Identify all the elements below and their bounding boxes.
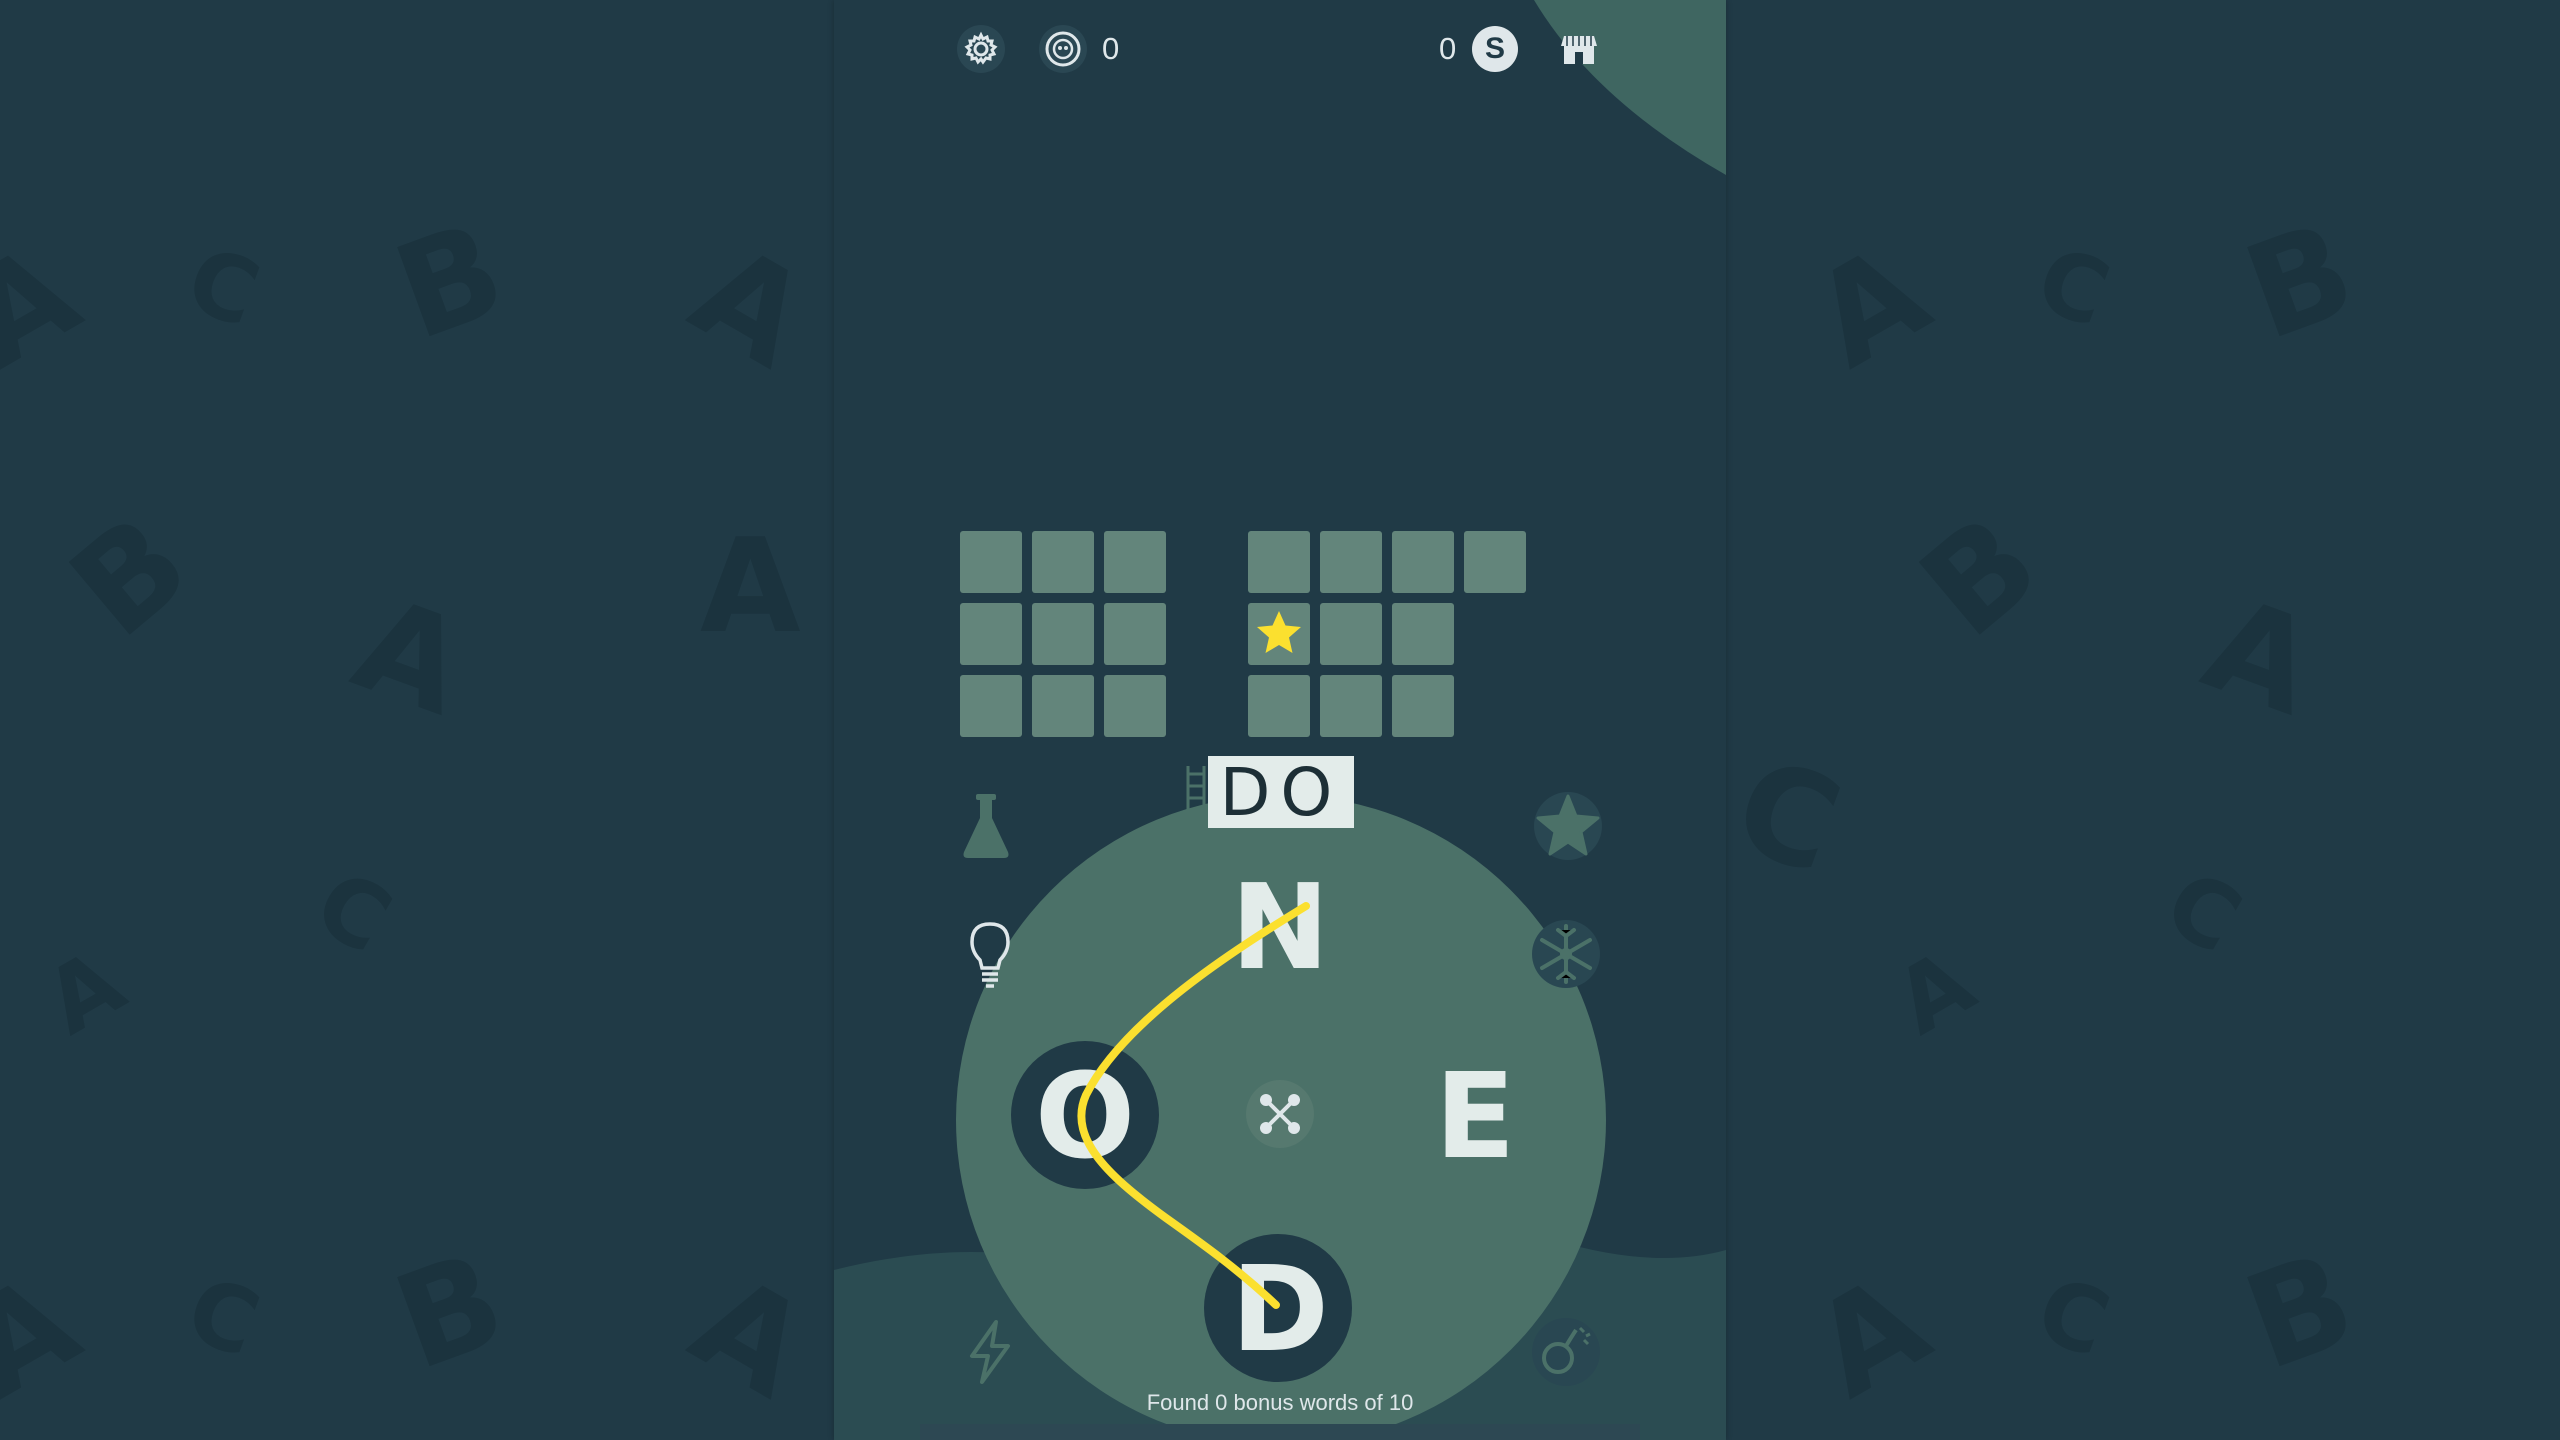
bg-decoration: B <box>376 192 523 370</box>
current-word: DO <box>1208 756 1354 830</box>
bg-decoration: A <box>668 1245 832 1427</box>
bg-decoration: C <box>174 226 273 349</box>
bg-decoration: C <box>2024 1256 2123 1379</box>
bg-decoration: B <box>376 1222 523 1400</box>
bg-decoration: A <box>28 929 142 1056</box>
bg-decoration: C <box>174 1256 273 1379</box>
bg-decoration: B <box>42 485 217 667</box>
bonus-words-text[interactable]: Found 0 bonus words of 10 <box>834 1390 1726 1416</box>
bg-decoration: C <box>2148 850 2258 975</box>
bg-decoration: C <box>1716 728 1859 904</box>
bottom-bar <box>920 1424 1640 1440</box>
bg-decoration: A <box>2187 567 2334 745</box>
bg-decoration: A <box>1878 929 1992 1056</box>
bg-decoration: A <box>700 510 801 662</box>
bg-decoration: A <box>0 215 102 397</box>
bg-decoration: A <box>1788 1245 1952 1427</box>
bg-decoration: B <box>2226 192 2373 370</box>
bg-decoration: C <box>298 850 408 975</box>
bg-decoration: B <box>2226 1222 2373 1400</box>
bg-decoration: C <box>2024 226 2123 349</box>
bg-decoration: A <box>0 1245 102 1427</box>
bg-decoration: A <box>668 215 832 397</box>
bg-decoration: A <box>337 567 484 745</box>
game-screen: 0 0 S N O E D DO Found 0 bonus words of … <box>834 0 1726 1440</box>
bg-decoration: B <box>1892 485 2067 667</box>
swipe-path <box>1077 902 1310 1309</box>
bg-decoration: A <box>1788 215 1952 397</box>
